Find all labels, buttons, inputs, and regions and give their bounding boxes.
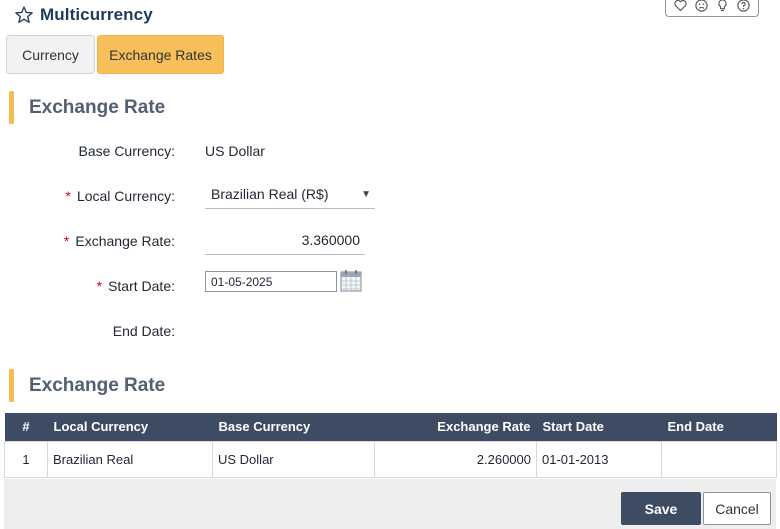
tab-currency[interactable]: Currency [6, 35, 95, 74]
dropdown-arrow-icon: ▼ [361, 189, 371, 200]
section-title: Exchange Rate [29, 96, 166, 118]
column-header-start-date[interactable]: Start Date [536, 413, 662, 441]
feedback-toolbar [665, 0, 759, 17]
lightbulb-icon[interactable] [715, 0, 731, 14]
start-date-label: * Start Date: [96, 278, 175, 294]
section-heading-table: Exchange Rate [9, 369, 165, 402]
tab-exchange-rates[interactable]: Exchange Rates [97, 35, 224, 74]
required-marker: * [65, 188, 71, 204]
column-header-end-date[interactable]: End Date [661, 413, 777, 441]
help-icon[interactable] [736, 0, 752, 14]
calendar-icon[interactable] [340, 269, 362, 293]
section-accent-bar [9, 91, 14, 124]
exchange-rate-table: # Local Currency Base Currency Exchange … [4, 413, 777, 478]
base-currency-value: US Dollar [205, 143, 265, 159]
start-date-input[interactable] [205, 271, 337, 292]
required-marker: * [96, 278, 103, 294]
cancel-button[interactable]: Cancel [703, 492, 771, 525]
cell-end-date [661, 440, 777, 478]
column-header-number[interactable]: # [4, 413, 48, 441]
exchange-rate-label: * Exchange Rate: [63, 233, 175, 249]
table-row[interactable]: 1 Brazilian Real US Dollar 2.260000 01-0… [4, 440, 777, 478]
section-title: Exchange Rate [29, 374, 166, 396]
local-currency-select[interactable]: Brazilian Real (R$) ▼ [205, 180, 375, 209]
column-header-base-currency[interactable]: Base Currency [212, 413, 375, 441]
star-icon[interactable] [14, 5, 34, 25]
cell-local-currency: Brazilian Real [47, 440, 213, 478]
end-date-label: End Date: [112, 323, 175, 339]
exchange-rate-input[interactable] [205, 226, 365, 255]
section-heading-form: Exchange Rate [9, 91, 165, 124]
cell-number: 1 [4, 440, 48, 478]
local-currency-label: * Local Currency: [65, 188, 176, 204]
cell-base-currency: US Dollar [212, 440, 375, 478]
column-header-exchange-rate[interactable]: Exchange Rate [374, 413, 537, 441]
cell-start-date: 01-01-2013 [536, 440, 662, 478]
column-header-local-currency[interactable]: Local Currency [47, 413, 213, 441]
required-marker: * [63, 233, 70, 249]
section-accent-bar [9, 369, 14, 402]
table-header-row: # Local Currency Base Currency Exchange … [4, 413, 777, 441]
cell-exchange-rate: 2.260000 [374, 440, 537, 478]
save-button[interactable]: Save [621, 492, 701, 525]
sad-face-icon[interactable] [694, 0, 710, 14]
page-header: Multicurrency [14, 4, 153, 26]
page-title: Multicurrency [40, 5, 153, 24]
heart-icon[interactable] [673, 0, 689, 14]
base-currency-label: Base Currency: [78, 143, 175, 159]
local-currency-selected: Brazilian Real (R$) [211, 186, 329, 202]
